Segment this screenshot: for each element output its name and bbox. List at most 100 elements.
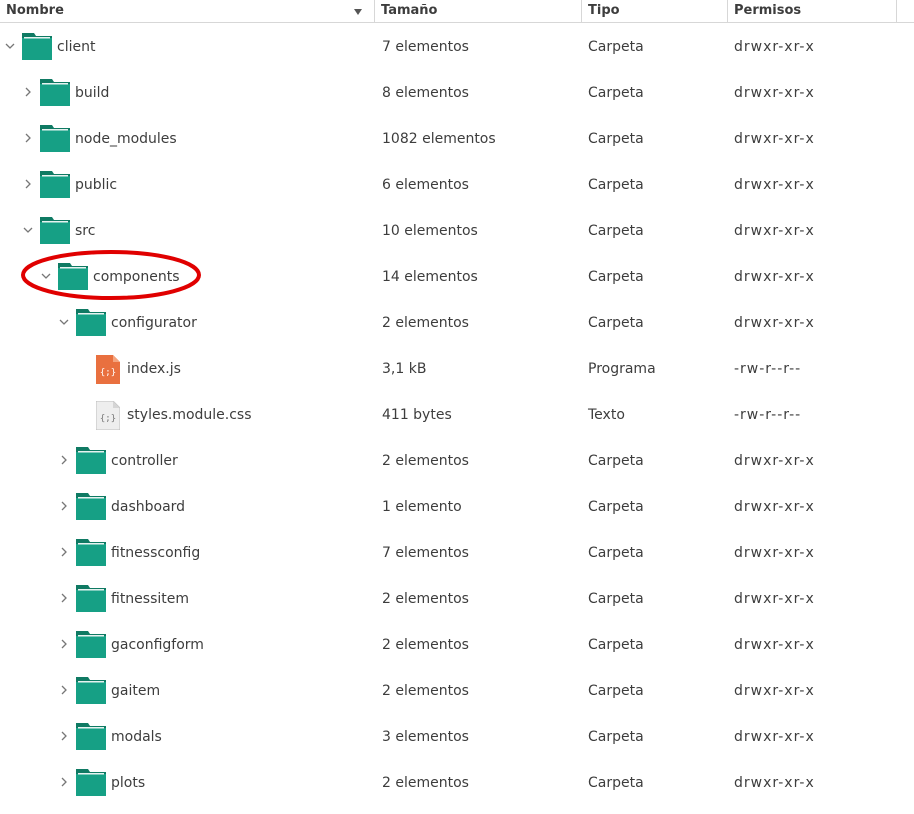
item-size: 1 elemento <box>382 499 462 515</box>
chevron-right-icon[interactable] <box>22 178 34 190</box>
tree-row[interactable]: gaconfigform 2 elementos Carpeta drwxr-xr-x <box>0 622 914 668</box>
column-header-name[interactable]: Nombre <box>0 0 374 22</box>
tree-row[interactable]: controller 2 elementos Carpeta drwxr-xr-x <box>0 438 914 484</box>
item-permissions: -rw-r--r-- <box>734 361 802 377</box>
item-permissions: drwxr-xr-x <box>734 591 815 607</box>
column-header-type-label: Tipo <box>588 3 620 18</box>
chevron-right-icon[interactable] <box>58 500 70 512</box>
item-type: Carpeta <box>588 545 644 561</box>
tree-row[interactable]: {;} index.js 3,1 kB Programa -rw-r--r-- <box>0 346 914 392</box>
item-permissions: drwxr-xr-x <box>734 683 815 699</box>
folder-icon <box>76 769 106 796</box>
tree-row[interactable]: public 6 elementos Carpeta drwxr-xr-x <box>0 162 914 208</box>
item-size: 2 elementos <box>382 453 469 469</box>
item-name: build <box>75 85 110 101</box>
item-size: 10 elementos <box>382 223 478 239</box>
item-name: fitnessconfig <box>111 545 201 561</box>
folder-icon <box>76 309 106 336</box>
item-size: 7 elementos <box>382 545 469 561</box>
column-separator[interactable] <box>896 0 897 22</box>
item-permissions: drwxr-xr-x <box>734 453 815 469</box>
tree-row[interactable]: node_modules 1082 elementos Carpeta drwxr-x… <box>0 116 914 162</box>
chevron-right-icon[interactable] <box>58 684 70 696</box>
folder-icon <box>76 677 106 704</box>
item-type: Carpeta <box>588 729 644 745</box>
item-size: 2 elementos <box>382 637 469 653</box>
item-name: controller <box>111 453 178 469</box>
chevron-down-icon[interactable] <box>4 40 16 52</box>
chevron-down-icon[interactable] <box>22 224 34 236</box>
item-name: gaitem <box>111 683 161 699</box>
css-file-icon: {;} <box>96 401 120 430</box>
item-type: Carpeta <box>588 223 644 239</box>
tree-row[interactable]: dashboard 1 elemento Carpeta drwxr-xr-x <box>0 484 914 530</box>
sort-descending-icon[interactable] <box>352 6 364 18</box>
item-size: 14 elementos <box>382 269 478 285</box>
column-header-size[interactable]: Tamaño <box>375 0 581 22</box>
item-permissions: drwxr-xr-x <box>734 499 815 515</box>
item-type: Texto <box>588 407 625 423</box>
item-permissions: drwxr-xr-x <box>734 315 815 331</box>
chevron-right-icon[interactable] <box>22 86 34 98</box>
tree-row[interactable]: fitnessitem 2 elementos Carpeta drwxr-xr-x <box>0 576 914 622</box>
item-type: Carpeta <box>588 315 644 331</box>
item-permissions: drwxr-xr-x <box>734 223 815 239</box>
tree-row[interactable]: {;} styles.module.css 411 bytes Texto -rw-r-… <box>0 392 914 438</box>
item-type: Carpeta <box>588 177 644 193</box>
item-type: Carpeta <box>588 775 644 791</box>
column-header-type[interactable]: Tipo <box>582 0 727 22</box>
item-type: Carpeta <box>588 591 644 607</box>
chevron-down-icon[interactable] <box>58 316 70 328</box>
tree-row[interactable]: src 10 elementos Carpeta drwxr-xr-x <box>0 208 914 254</box>
item-type: Carpeta <box>588 269 644 285</box>
chevron-right-icon[interactable] <box>58 638 70 650</box>
tree-row[interactable]: gaitem 2 elementos Carpeta drwxr-xr-x <box>0 668 914 714</box>
folder-icon <box>76 631 106 658</box>
item-size: 2 elementos <box>382 683 469 699</box>
item-permissions: drwxr-xr-x <box>734 269 815 285</box>
folder-icon <box>40 217 70 244</box>
item-name: public <box>75 177 118 193</box>
item-name: components <box>93 269 180 285</box>
item-name: modals <box>111 729 162 745</box>
item-size: 6 elementos <box>382 177 469 193</box>
folder-icon <box>58 263 88 290</box>
folder-icon <box>76 539 106 566</box>
folder-icon <box>22 33 52 60</box>
folder-icon <box>76 447 106 474</box>
item-name: src <box>75 223 96 239</box>
chevron-right-icon[interactable] <box>58 592 70 604</box>
folder-icon <box>76 585 106 612</box>
tree-row[interactable]: configurator 2 elementos Carpeta drwxr-xr-x <box>0 300 914 346</box>
tree-row[interactable]: components 14 elementos Carpeta drwxr-xr-x <box>0 254 914 300</box>
item-size: 3 elementos <box>382 729 469 745</box>
chevron-right-icon[interactable] <box>58 454 70 466</box>
folder-icon <box>40 79 70 106</box>
chevron-right-icon[interactable] <box>58 546 70 558</box>
chevron-right-icon[interactable] <box>58 776 70 788</box>
column-header-bar: Nombre Tamaño Tipo Permisos <box>0 0 914 23</box>
tree-row[interactable]: modals 3 elementos Carpeta drwxr-xr-x <box>0 714 914 760</box>
item-name: styles.module.css <box>127 407 252 423</box>
item-permissions: drwxr-xr-x <box>734 775 815 791</box>
item-size: 2 elementos <box>382 775 469 791</box>
item-type: Carpeta <box>588 453 644 469</box>
tree-row[interactable]: client 7 elementos Carpeta drwxr-xr-x <box>0 24 914 70</box>
tree-row[interactable]: fitnessconfig 7 elementos Carpeta drwxr-xr-… <box>0 530 914 576</box>
item-type: Carpeta <box>588 683 644 699</box>
folder-icon <box>76 493 106 520</box>
item-type: Carpeta <box>588 637 644 653</box>
folder-icon <box>40 171 70 198</box>
tree-row[interactable]: plots 2 elementos Carpeta drwxr-xr-x <box>0 760 914 806</box>
column-header-size-label: Tamaño <box>381 3 438 18</box>
column-header-permissions[interactable]: Permisos <box>728 0 896 22</box>
item-size: 1082 elementos <box>382 131 496 147</box>
item-size: 3,1 kB <box>382 361 427 377</box>
tree-row[interactable]: build 8 elementos Carpeta drwxr-xr-x <box>0 70 914 116</box>
chevron-down-icon[interactable] <box>40 270 52 282</box>
chevron-right-icon[interactable] <box>22 132 34 144</box>
chevron-right-icon[interactable] <box>58 730 70 742</box>
item-size: 411 bytes <box>382 407 452 423</box>
item-permissions: -rw-r--r-- <box>734 407 802 423</box>
column-header-permissions-label: Permisos <box>734 3 802 18</box>
